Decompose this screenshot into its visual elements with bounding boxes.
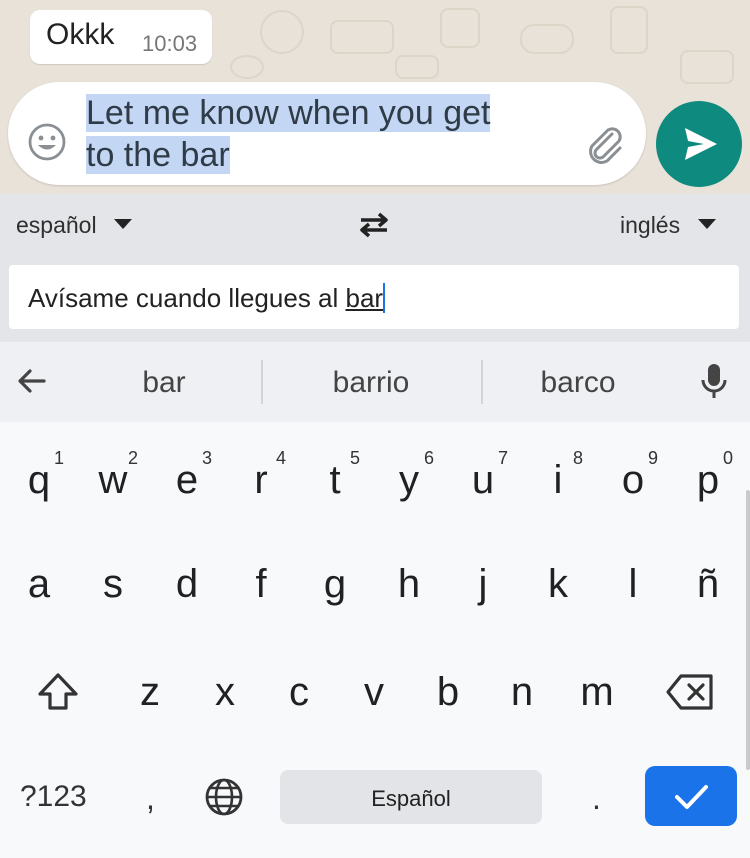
key-label: n	[510, 670, 534, 714]
key-label: d	[175, 562, 199, 606]
key-g[interactable]: g	[298, 536, 372, 636]
back-arrow-icon[interactable]	[14, 363, 50, 399]
enter-key[interactable]	[645, 766, 737, 826]
key-i[interactable]: i8	[521, 432, 595, 532]
key-label: l	[628, 562, 638, 606]
key-label: ñ	[696, 562, 720, 606]
key-f[interactable]: f	[224, 536, 298, 636]
key-label: c	[289, 670, 309, 714]
key-z[interactable]: z	[113, 644, 187, 744]
delete-icon[interactable]	[665, 673, 715, 711]
suggestion-3[interactable]: barco	[512, 366, 644, 400]
swap-icon[interactable]	[355, 210, 393, 240]
key-w[interactable]: w2	[76, 432, 150, 532]
key-c[interactable]: c	[262, 644, 336, 744]
send-button[interactable]	[656, 101, 742, 187]
mic-icon[interactable]	[700, 362, 728, 400]
key-number-hint: 5	[349, 448, 360, 468]
chevron-down-icon[interactable]	[114, 219, 132, 229]
key-label: f	[255, 562, 267, 606]
key-label: z	[140, 670, 160, 714]
key-label: b	[436, 670, 460, 714]
key-q[interactable]: q1	[2, 432, 76, 532]
globe-icon[interactable]	[204, 777, 244, 817]
checkmark-icon	[675, 785, 708, 809]
key-l[interactable]: l	[596, 536, 670, 636]
key-n[interactable]: n	[485, 644, 559, 744]
suggestion-divider	[261, 360, 263, 404]
key-number-hint: 1	[53, 448, 64, 468]
key-label: i	[553, 458, 563, 502]
key-j[interactable]: j	[446, 536, 520, 636]
key-number-hint: 0	[722, 448, 733, 468]
draft-line-2: to the bar	[86, 136, 230, 174]
translation-text: Avísame cuando llegues al bar	[28, 283, 386, 314]
key-x[interactable]: x	[188, 644, 262, 744]
key-s[interactable]: s	[76, 536, 150, 636]
suggestion-2[interactable]: barrio	[300, 366, 442, 400]
translation-current-word: bar	[345, 283, 386, 313]
draft-text[interactable]: Let me know when you get to the bar	[86, 92, 556, 176]
key-h[interactable]: h	[372, 536, 446, 636]
key-label: t	[329, 458, 341, 502]
emoji-icon[interactable]	[27, 122, 67, 162]
key-b[interactable]: b	[411, 644, 485, 744]
key-label: h	[397, 562, 421, 606]
target-language-selector[interactable]: inglés	[620, 212, 680, 239]
translation-prefix: Avísame cuando llegues al	[28, 283, 346, 313]
key-label: o	[621, 458, 645, 502]
key-label: m	[580, 670, 614, 714]
draft-line-1: Let me know when you get	[86, 94, 491, 132]
key-t[interactable]: t5	[298, 432, 372, 532]
key-e[interactable]: e3	[150, 432, 224, 532]
symbols-key[interactable]: ?123	[20, 780, 87, 814]
attach-icon[interactable]	[582, 122, 628, 168]
key-label: q	[27, 458, 51, 502]
key-label: a	[27, 562, 51, 606]
source-language-selector[interactable]: español	[16, 212, 97, 239]
key-o[interactable]: o9	[596, 432, 670, 532]
send-icon	[685, 128, 717, 160]
scroll-indicator	[746, 490, 750, 770]
key-label: p	[696, 458, 720, 502]
suggestion-1[interactable]: bar	[104, 366, 224, 400]
key-r[interactable]: r4	[224, 432, 298, 532]
key-label: v	[364, 670, 384, 714]
key-label: y	[399, 458, 419, 502]
key-ñ[interactable]: ñ	[671, 536, 745, 636]
message-text: Okkk	[46, 18, 115, 51]
key-number-hint: 6	[423, 448, 434, 468]
chevron-down-icon[interactable]	[698, 219, 716, 229]
key-y[interactable]: y6	[372, 432, 446, 532]
key-a[interactable]: a	[2, 536, 76, 636]
key-number-hint: 2	[127, 448, 138, 468]
key-label: g	[323, 562, 347, 606]
key-number-hint: 4	[275, 448, 286, 468]
key-label: s	[103, 562, 123, 606]
key-label: e	[175, 458, 199, 502]
space-key-label: Español	[371, 786, 451, 811]
period-key[interactable]: .	[592, 780, 601, 817]
message-timestamp: 10:03	[142, 31, 198, 56]
shift-icon[interactable]	[36, 670, 80, 714]
key-label: k	[548, 562, 568, 606]
key-number-hint: 9	[647, 448, 658, 468]
key-label: u	[471, 458, 495, 502]
suggestion-divider	[481, 360, 483, 404]
key-m[interactable]: m	[560, 644, 634, 744]
key-label: w	[98, 458, 128, 502]
key-label: x	[215, 670, 235, 714]
key-d[interactable]: d	[150, 536, 224, 636]
key-number-hint: 8	[572, 448, 583, 468]
key-v[interactable]: v	[337, 644, 411, 744]
key-u[interactable]: u7	[446, 432, 520, 532]
key-p[interactable]: p0	[671, 432, 745, 532]
key-k[interactable]: k	[521, 536, 595, 636]
key-label: r	[254, 458, 268, 502]
comma-key[interactable]: ,	[146, 780, 155, 817]
key-number-hint: 3	[201, 448, 212, 468]
key-number-hint: 7	[497, 448, 508, 468]
key-label: j	[478, 562, 488, 606]
